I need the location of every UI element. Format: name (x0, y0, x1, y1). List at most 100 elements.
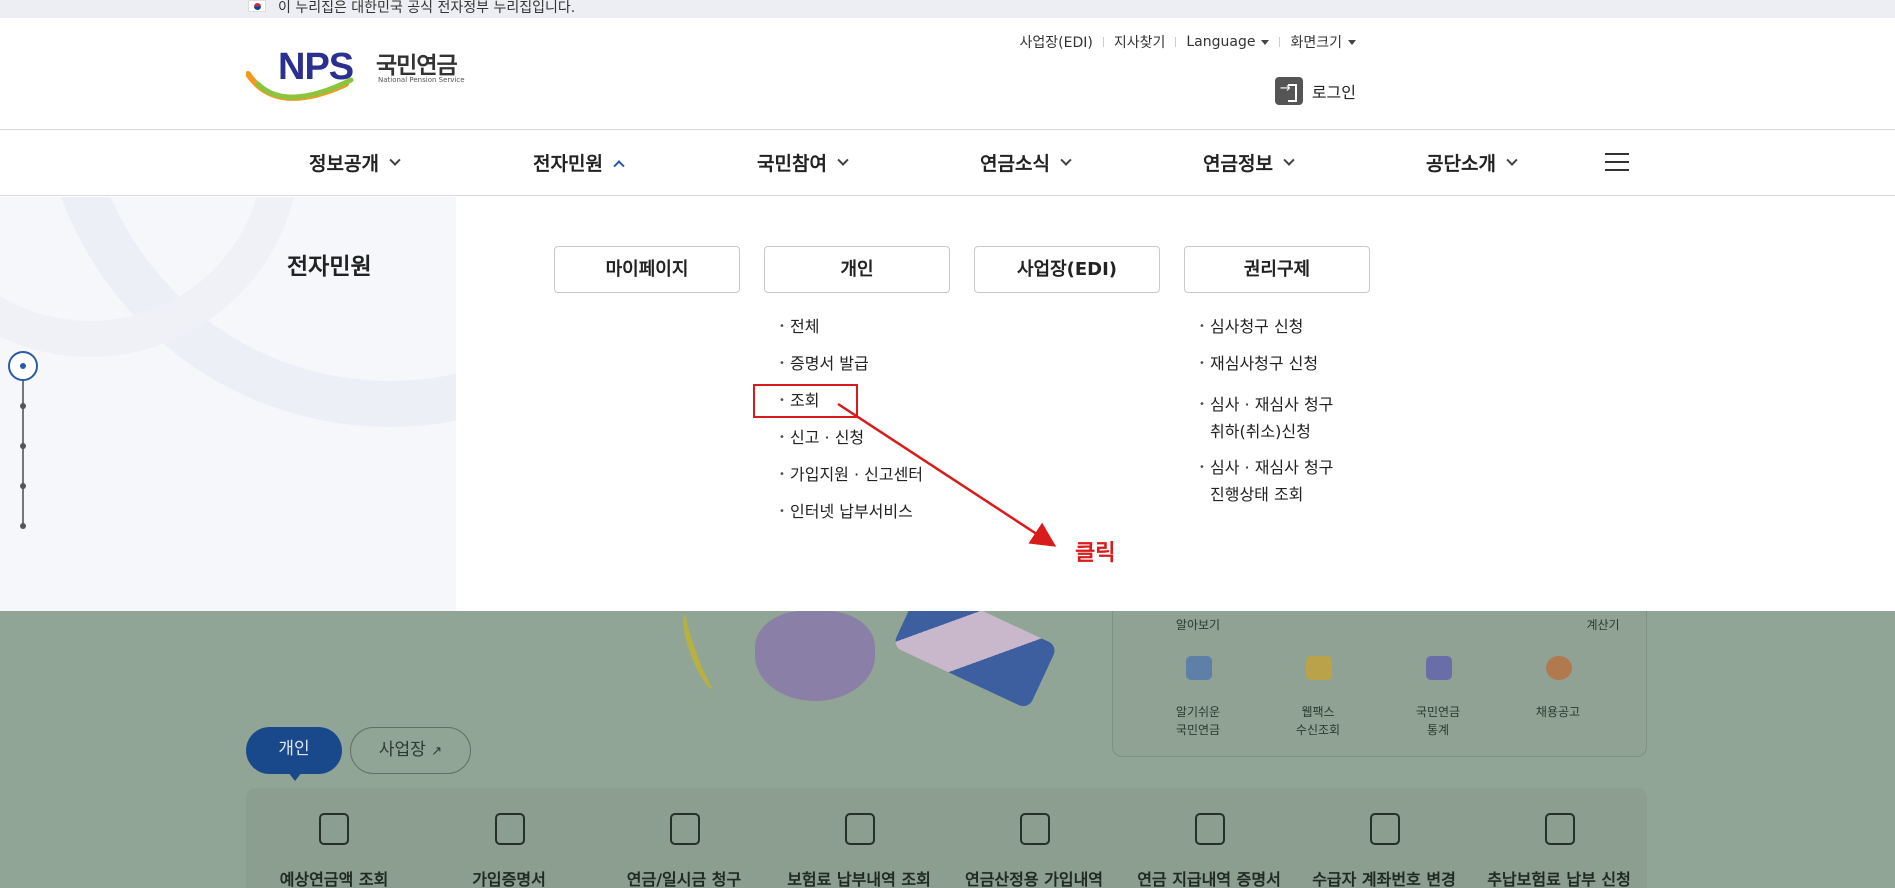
menu-item-review-status[interactable]: 심사 · 재심사 청구진행상태 조회 (1199, 454, 1334, 508)
panel-title: 전자민원 (287, 254, 372, 280)
category-business-edi-button[interactable]: 사업장(EDI) (974, 246, 1160, 293)
monitor-icon (1186, 656, 1212, 680)
category-rights-relief-button[interactable]: 권리구제 (1184, 246, 1370, 293)
menu-item-enrollment-support[interactable]: 가입지원 · 신고센터 (779, 465, 923, 485)
receipt-icon (845, 813, 875, 845)
login-label: 로그인 (1311, 83, 1356, 102)
logo-english: National Pension Service (378, 76, 465, 84)
timeline-active-marker-icon (8, 351, 38, 381)
printer-icon (495, 813, 525, 845)
menu-item-all[interactable]: 전체 (779, 317, 820, 337)
statistics-icon (1426, 656, 1452, 680)
quick-links-panel: 알아보기 계산기 알기쉬운 국민연금 웹팩스 수신조회 국민연금 통계 채용공고 (1112, 611, 1647, 757)
inquiry-highlight-box (753, 384, 858, 418)
quick-link-learn[interactable]: 알아보기 (1153, 616, 1243, 634)
nav-item-info-disclosure[interactable]: 정보공개 (309, 149, 401, 176)
quick-link-line: 국민연금 (1415, 705, 1461, 719)
util-divider (1102, 37, 1104, 47)
menu-item-line: 심사 · 재심사 청구 (1210, 395, 1334, 414)
tab-personal[interactable]: 개인 (246, 727, 342, 781)
envelope-icon (1020, 813, 1050, 845)
service-expected-pension[interactable]: 예상연금액 조회 (254, 866, 414, 888)
service-account-change[interactable]: 수급자 계좌번호 변경 (1304, 866, 1464, 888)
edit-document-icon (1370, 813, 1400, 845)
quick-link-webfax[interactable]: 웹팩스수신조회 (1273, 703, 1363, 739)
nav-item-participation[interactable]: 국민참여 (757, 149, 849, 176)
logo-mark: NPS (278, 46, 354, 88)
category-mypage-button[interactable]: 마이페이지 (554, 246, 740, 293)
menu-item-line: 진행상태 조회 (1210, 485, 1304, 504)
chevron-down-icon (389, 154, 401, 166)
service-enrollment-history[interactable]: 연금산정용 가입내역 (954, 866, 1114, 888)
util-divider (1279, 37, 1281, 47)
menu-item-report-apply[interactable]: 신고 · 신청 (779, 428, 864, 448)
menu-item-internet-payment[interactable]: 인터넷 납부서비스 (779, 502, 913, 522)
util-divider (1175, 37, 1177, 47)
menu-item-review-withdraw[interactable]: 심사 · 재심사 청구취하(취소)신청 (1199, 391, 1334, 445)
nav-label: 공단소개 (1426, 153, 1496, 175)
login-button[interactable]: 로그인 (1274, 77, 1356, 105)
menu-item-review-request[interactable]: 심사청구 신청 (1199, 317, 1303, 337)
service-payment-cert[interactable]: 연금 지급내역 증명서 (1129, 866, 1289, 888)
language-label: Language (1186, 34, 1256, 50)
nav-item-news[interactable]: 연금소식 (980, 149, 1072, 176)
nav-label: 연금소식 (980, 153, 1050, 175)
menu-item-certificate[interactable]: 증명서 발급 (779, 354, 869, 374)
global-nav: 정보공개 전자민원 국민참여 연금소식 연금정보 공단소개 (0, 131, 1895, 196)
chevron-down-icon (1060, 154, 1072, 166)
quick-link-line: 웹팩스 (1301, 705, 1335, 719)
nav-item-e-civil[interactable]: 전자민원 (533, 149, 625, 176)
quick-link-easy-pension[interactable]: 알기쉬운국민연금 (1153, 703, 1243, 739)
quick-link-line: 국민연금 (1175, 723, 1221, 737)
hamburger-menu-icon[interactable] (1605, 153, 1629, 171)
nps-logo[interactable]: NPS 국민연금 National Pension Service (246, 44, 476, 104)
nav-label: 연금정보 (1203, 153, 1273, 175)
pension-search-icon (319, 813, 349, 845)
nav-item-pension-info[interactable]: 연금정보 (1203, 149, 1295, 176)
chevron-up-icon (613, 159, 625, 171)
money-bag-illustration (755, 611, 875, 701)
quick-link-statistics[interactable]: 국민연금 통계 (1393, 703, 1483, 739)
click-annotation-label: 클릭 (1075, 541, 1116, 566)
fax-icon (1306, 656, 1332, 680)
panel-side: 전자민원 (0, 197, 456, 611)
chevron-down-icon (1506, 154, 1518, 166)
nav-item-about[interactable]: 공단소개 (1426, 149, 1518, 176)
quick-link-line: 알기쉬운 (1175, 705, 1221, 719)
tab-label: 사업장 (378, 740, 426, 760)
gov-banner-text: 이 누리집은 대한민국 공식 전자정부 누리집입니다. (278, 0, 576, 16)
service-pension-claim[interactable]: 연금/일시금 청구 (604, 866, 764, 888)
claim-clipboard-icon (670, 813, 700, 845)
service-premium-history[interactable]: 보험료 납부내역 조회 (779, 866, 939, 888)
timeline-dot (20, 523, 26, 529)
nav-label: 국민참여 (757, 153, 827, 175)
timeline-dot (20, 403, 26, 409)
quick-link-recruit[interactable]: 채용공고 (1513, 703, 1603, 721)
menu-item-line: 심사 · 재심사 청구 (1210, 458, 1334, 477)
category-personal-button[interactable]: 개인 (764, 246, 950, 293)
caret-down-icon (1348, 39, 1356, 45)
tab-business[interactable]: 사업장 ↗ (350, 727, 471, 774)
util-edi-link[interactable]: 사업장(EDI) (1020, 32, 1093, 52)
party-horn-illustration (892, 611, 1058, 710)
chevron-down-icon (837, 154, 849, 166)
background-page: 알아보기 계산기 알기쉬운 국민연금 웹팩스 수신조회 국민연금 통계 채용공고 개인… (0, 611, 1895, 888)
gov-banner: 이 누리집은 대한민국 공식 전자정부 누리집입니다. (0, 0, 1895, 18)
service-makeup-premium[interactable]: 추납보험료 납부 신청 (1479, 866, 1639, 888)
confetti-decoration (676, 611, 724, 693)
chevron-down-icon (1283, 154, 1295, 166)
site-header: NPS 국민연금 National Pension Service 사업장(ED… (0, 18, 1895, 130)
util-language-select[interactable]: Language (1186, 34, 1270, 50)
util-branch-link[interactable]: 지사찾기 (1114, 32, 1166, 52)
recruit-icon (1546, 656, 1572, 680)
quick-link-calculator[interactable]: 계산기 (1558, 616, 1648, 634)
caret-down-icon (1261, 39, 1270, 45)
menu-item-re-review-request[interactable]: 재심사청구 신청 (1199, 354, 1318, 374)
timeline-dot (20, 483, 26, 489)
util-screen-size-select[interactable]: 화면크기 (1290, 32, 1356, 52)
document-icon (1195, 813, 1225, 845)
nav-label: 전자민원 (533, 153, 603, 175)
quick-link-line: 수신조회 (1295, 723, 1341, 737)
menu-item-line: 취하(취소)신청 (1210, 422, 1311, 441)
service-enrollment-cert[interactable]: 가입증명서 (429, 866, 589, 888)
